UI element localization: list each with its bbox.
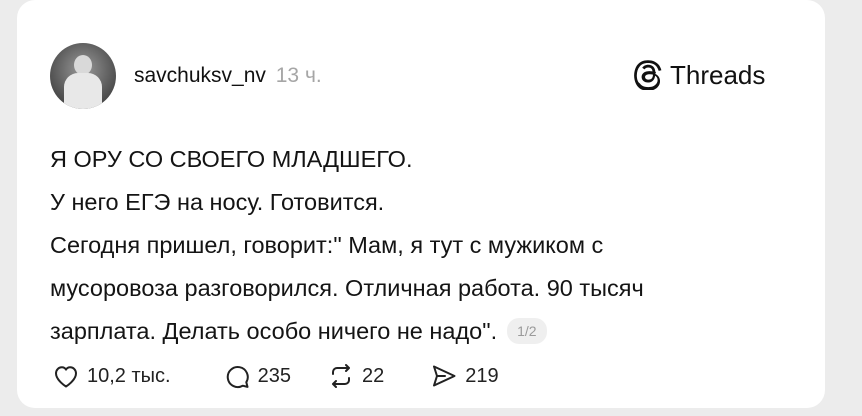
post-line: Сегодня пришел, говорит:" Мам, я тут с м… [50,232,604,258]
heart-icon [55,366,77,388]
post-line: Я ОРУ СО СВОЕГО МЛАДШЕГО. [50,146,413,172]
threads-logo-icon [634,60,662,90]
comment-bubble-icon [226,366,249,389]
post-line: У него ЕГЭ на носу. Готовится. [50,189,385,215]
share-count: 219 [465,364,499,387]
post-card: savchuksv_nv 13 ч. Threads Я ОРУ СО СВОЕ… [17,0,825,408]
avatar[interactable] [50,43,116,109]
username[interactable]: savchuksv_nv [134,64,266,87]
post-line: мусоровоза разговорился. Отличная работа… [50,275,644,301]
post-line-text: зарплата. Делать особо ничего не надо". [50,318,498,344]
like-button[interactable]: 10,2 тыс. [52,362,171,390]
repost-button[interactable]: 22 [327,362,384,390]
repost-icon [331,364,350,388]
threads-brand[interactable]: Threads [634,58,765,92]
share-button[interactable]: 219 [430,362,499,390]
avatar-head [74,55,92,75]
post-time: 13 ч. [275,64,322,87]
send-icon [433,365,456,387]
avatar-body [64,73,102,109]
action-bar: 10,2 тыс. 235 22 219 [52,362,499,390]
post-body: Я ОРУ СО СВОЕГО МЛАДШЕГО. У него ЕГЭ на … [50,145,810,360]
reply-button[interactable]: 235 [223,362,291,390]
reply-count: 235 [257,364,291,387]
post-header: savchuksv_nv 13 ч. [134,62,322,90]
repost-count: 22 [361,364,385,387]
like-count: 10,2 тыс. [87,364,171,387]
page-indicator[interactable]: 1/2 [507,318,547,344]
post-line-last: зарплата. Делать особо ничего не надо". 1… [50,317,810,360]
brand-label: Threads [670,60,766,90]
